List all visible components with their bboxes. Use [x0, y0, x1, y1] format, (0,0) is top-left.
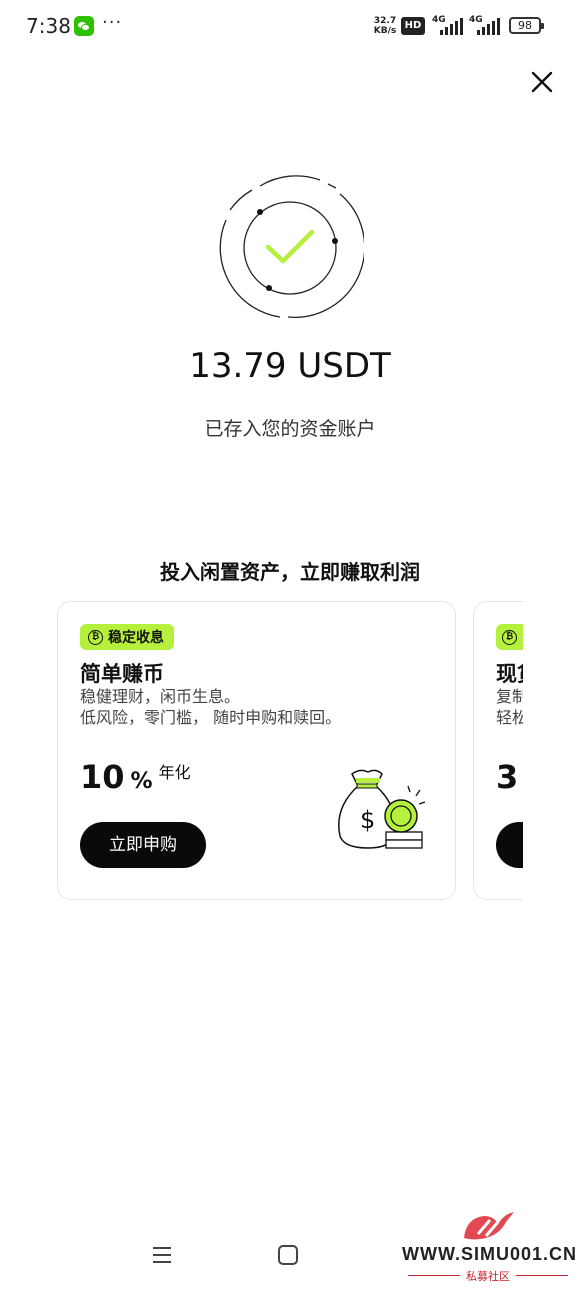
wechat-icon [74, 16, 94, 36]
promo-title: 投入闲置资产，立即赚取利润 [160, 560, 420, 584]
card-desc-line: 复制 [496, 687, 523, 706]
signal-icon: 4G [432, 15, 468, 35]
money-bag-coin-icon: $ [338, 769, 426, 849]
rate-label: 年化 [158, 763, 191, 782]
svg-text:$: $ [360, 806, 375, 834]
nav-home-button[interactable] [276, 1243, 300, 1267]
deposit-subtitle: 已存入您的资金账户 [204, 418, 376, 440]
status-bar: 7:38 ··· 32.7 KB/s HD 4G 4G 98 [0, 0, 580, 52]
card-description: 稳健理财，闲币生息。 低风险，零门槛， 随时申购和赎回。 [80, 686, 341, 728]
signal-icon: 4G [469, 15, 505, 35]
card-desc-line: 低风险，零门槛， 随时申购和赎回。 [80, 708, 342, 727]
success-graphic [219, 175, 364, 318]
close-icon [531, 71, 553, 93]
watermark: WWW.SIMU001.CN 私募社区 [400, 1206, 576, 1286]
more-notifications-icon: ··· [102, 12, 123, 33]
hd-badge: HD [401, 17, 425, 35]
badge-label: 稳定收息 [108, 630, 164, 646]
card-heading: 简单赚币 [80, 662, 164, 686]
status-time: 7:38 [26, 14, 71, 38]
battery-icon: 98 [509, 17, 544, 34]
card-desc-line: 轻松 [496, 708, 523, 727]
next-card-badge: ₿ [496, 624, 523, 650]
nav-menu-button[interactable] [150, 1243, 174, 1267]
rate-value: 10 [80, 758, 125, 796]
watermark-text: WWW.SIMU001.CN [402, 1244, 578, 1264]
watermark-logo [464, 1212, 514, 1240]
rate-unit: % [130, 769, 153, 794]
next-card[interactable]: ₿ 现货 复制 轻松 3 [473, 601, 523, 900]
network-speed: 32.7 KB/s [372, 16, 398, 36]
stable-income-badge: ₿ 稳定收息 [80, 624, 174, 650]
annual-rate: 10 % 年化 [80, 758, 191, 796]
next-card-rate: 3 [496, 758, 518, 796]
coin-icon: ₿ [88, 629, 103, 645]
watermark-subtext: 私募社区 [400, 1268, 576, 1284]
next-card-heading: 现货 [496, 662, 523, 686]
deposit-amount: 13.79 USDT [189, 346, 391, 386]
card-desc-line: 稳健理财，闲币生息。 [80, 687, 241, 706]
subscribe-button[interactable]: 立即申购 [80, 822, 206, 868]
menu-icon [153, 1247, 171, 1263]
promo-cards: ₿ 稳定收息 简单赚币 稳健理财，闲币生息。 低风险，零门槛， 随时申购和赎回。… [0, 590, 523, 910]
earn-card[interactable]: ₿ 稳定收息 简单赚币 稳健理财，闲币生息。 低风险，零门槛， 随时申购和赎回。… [57, 601, 456, 900]
next-card-description: 复制 轻松 [496, 686, 523, 728]
next-card-button[interactable] [496, 822, 523, 868]
coin-icon: ₿ [502, 629, 517, 645]
network-speed-unit: KB/s [373, 26, 397, 36]
network-speed-value: 32.7 [373, 16, 397, 26]
home-icon [278, 1245, 298, 1265]
check-icon [265, 229, 315, 264]
close-button[interactable] [526, 66, 558, 98]
rate-value: 3 [496, 758, 519, 796]
